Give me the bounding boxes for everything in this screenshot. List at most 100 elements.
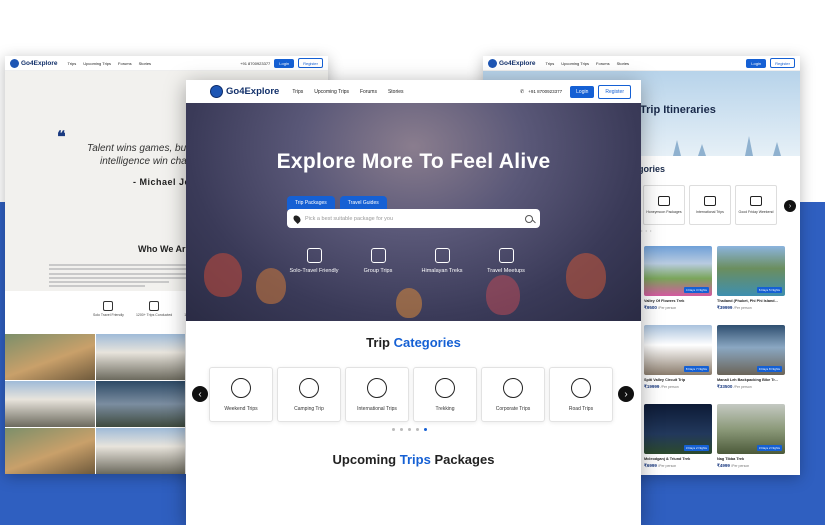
gallery-photo[interactable] (95, 381, 185, 427)
logo[interactable]: Go4Explore (210, 85, 279, 98)
meetup-icon (498, 248, 514, 263)
trip-categories-title: Trip Categories (366, 335, 461, 350)
hero-category-group[interactable]: Group Trips (358, 248, 398, 274)
search-bar[interactable]: Pick a best suitable package for you (287, 209, 540, 228)
carousel-dot[interactable] (400, 428, 403, 431)
gallery-photo[interactable] (95, 428, 185, 474)
next-arrow-button[interactable]: › (784, 200, 796, 212)
trip-card[interactable]: 9 Days 8 Nights Manali Leh Backpacking Bi… (717, 325, 785, 400)
phone-number[interactable]: +91 8700923377 (528, 89, 562, 94)
login-button[interactable]: Login (570, 85, 595, 98)
category-carousel: Weekend Trips Camping Trip International… (209, 367, 613, 422)
category-card-honeymoon[interactable]: Honeymoon Packages (643, 185, 685, 225)
hero-categories: Solo-Travel Friendly Group Trips Himalay… (290, 248, 526, 274)
bus-icon (750, 196, 762, 206)
login-button[interactable]: Login (274, 58, 295, 68)
next-arrow-button[interactable]: › (618, 386, 634, 402)
logo[interactable]: Go4Explore (10, 58, 57, 68)
navbar: Go4Explore Trips Upcoming Trips Forums S… (5, 56, 328, 71)
category-card-international[interactable]: International Trips (345, 367, 409, 422)
gallery-photo[interactable] (5, 381, 95, 427)
nav-stories[interactable]: Stories (139, 61, 151, 66)
nav-trips[interactable]: Trips (292, 89, 303, 95)
gallery-photo[interactable] (95, 334, 185, 380)
hero-title: Trip Itineraries (640, 104, 716, 116)
category-card-good-friday[interactable]: Good Friday Weekend (735, 185, 777, 225)
trip-cards: 4 Days 3 Nights Valley Of Flowers Trek ₹95… (644, 246, 785, 475)
hero-category-meetups[interactable]: Travel Meetups (486, 248, 526, 274)
hero-category-solo[interactable]: Solo-Travel Friendly (290, 248, 339, 274)
nav-trips[interactable]: Trips (67, 61, 76, 66)
stats-row: Solo Travel Friendly 1200+ Trips Conduct… (93, 301, 200, 317)
logo[interactable]: Go4Explore (488, 58, 535, 68)
carousel-dot[interactable] (408, 428, 411, 431)
balloon-image (396, 288, 422, 318)
tree-icon (698, 144, 706, 156)
nav-upcoming-trips[interactable]: Upcoming Trips (83, 61, 111, 66)
about-paragraph (49, 264, 199, 290)
location-pin-icon (292, 213, 302, 224)
category-card-corporate[interactable]: Corporate Trips (481, 367, 545, 422)
gallery-photo[interactable] (5, 334, 95, 380)
tree-icon (773, 142, 781, 156)
category-card-weekend[interactable]: Weekend Trips (209, 367, 273, 422)
nav-forums[interactable]: Forums (596, 61, 610, 66)
quote-line: intelligence win chan (100, 156, 193, 167)
trip-card[interactable]: 3 Days 2 Nights Nag Tibba Trek ₹4999 /Per … (717, 404, 785, 475)
trip-image: 3 Days 2 Nights (717, 404, 785, 454)
carousel-dot[interactable] (416, 428, 419, 431)
trip-image: 8 Days 7 Nights (644, 325, 712, 375)
search-icon[interactable] (525, 214, 533, 223)
nav-upcoming-trips[interactable]: Upcoming Trips (561, 61, 589, 66)
balloon-image (566, 253, 606, 299)
hero-banner: Explore More To Feel Alive Trip Packages… (186, 103, 641, 321)
trip-image: 3 Days 2 Nights (644, 404, 712, 454)
quote-line: Talent wins games, but (87, 143, 189, 154)
register-button[interactable]: Register (598, 84, 631, 99)
nav-upcoming-trips[interactable]: Upcoming Trips (314, 89, 349, 95)
nav-stories[interactable]: Stories (617, 61, 629, 66)
carousel-dot-active[interactable] (424, 428, 427, 431)
globe-icon (10, 58, 19, 68)
prev-arrow-button[interactable]: ‹ (192, 386, 208, 402)
hero-title: Explore More To Feel Alive (276, 150, 551, 173)
carousel-dots[interactable] (392, 428, 427, 431)
search-input[interactable]: Pick a best suitable package for you (305, 216, 520, 222)
trip-card[interactable]: 6 Days 5 Nights Thailand (Phuket, Phi Phi… (717, 246, 785, 321)
carousel-dots[interactable]: • • • (641, 228, 652, 233)
backpacker-icon (306, 248, 322, 263)
quote-mark-icon: ❝ (57, 127, 66, 146)
tab-trip-packages[interactable]: Trip Packages (287, 196, 335, 210)
nav-stories[interactable]: Stories (388, 89, 404, 95)
phone-number[interactable]: +91 8700923377 (240, 61, 270, 66)
navbar: Go4Explore Trips Upcoming Trips Forums S… (186, 80, 641, 103)
trip-card[interactable]: 3 Days 2 Nights Mcleodganj & Triund Trek ₹… (644, 404, 712, 475)
hero-category-himalayan[interactable]: Himalayan Treks (422, 248, 462, 274)
balloon-image (486, 275, 520, 315)
nav-forums[interactable]: Forums (118, 61, 132, 66)
trip-image: 9 Days 8 Nights (717, 325, 785, 375)
mountain-icon (434, 248, 450, 263)
carousel-dot[interactable] (392, 428, 395, 431)
category-card-camping[interactable]: Camping Trip (277, 367, 341, 422)
passport-icon (704, 196, 716, 206)
register-button[interactable]: Register (298, 58, 323, 68)
nav-forums[interactable]: Forums (360, 89, 377, 95)
gallery-photo[interactable] (5, 428, 95, 474)
nav-trips[interactable]: Trips (545, 61, 554, 66)
globe-pin-icon (231, 377, 251, 398)
balloon-image (204, 253, 242, 297)
solo-travel-icon (103, 301, 114, 311)
tab-travel-guides[interactable]: Travel Guides (339, 196, 387, 210)
category-card-trekking[interactable]: Trekking (413, 367, 477, 422)
handshake-icon (503, 377, 523, 398)
category-card-road[interactable]: Road Trips (549, 367, 613, 422)
register-button[interactable]: Register (770, 58, 795, 68)
login-button[interactable]: Login (746, 58, 767, 68)
category-card-international[interactable]: International Trips (689, 185, 731, 225)
navbar: Go4Explore Trips Upcoming Trips Forums S… (483, 56, 800, 71)
trip-card[interactable]: 8 Days 7 Nights Spiti Valley Circuit Trip… (644, 325, 712, 400)
trip-card[interactable]: 4 Days 3 Nights Valley Of Flowers Trek ₹95… (644, 246, 712, 321)
phone-icon: ✆ (520, 88, 525, 95)
globe-icon (210, 85, 223, 98)
